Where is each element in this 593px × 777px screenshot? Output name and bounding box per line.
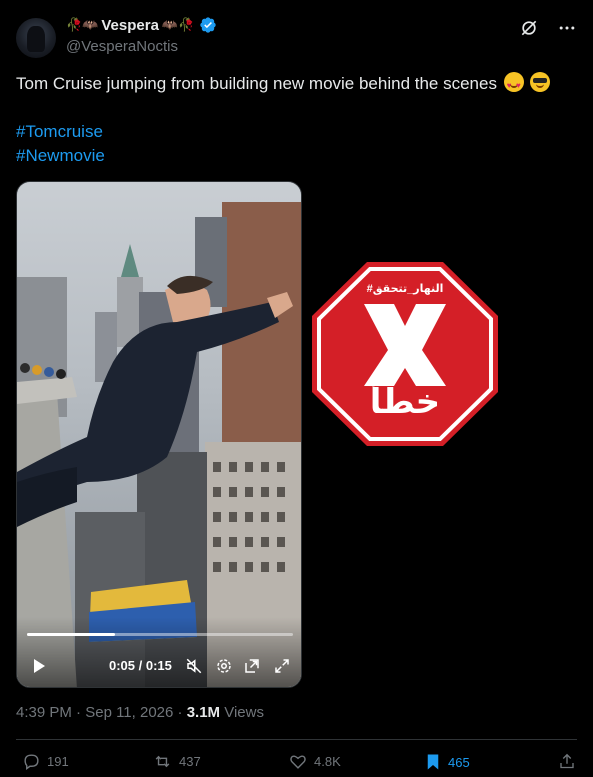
- tweet-header: 🥀🦇 Vespera 🦇🥀 @VesperaNoctis: [16, 14, 577, 60]
- verified-badge-icon: [200, 17, 216, 33]
- reply-count: 191: [47, 754, 69, 769]
- tweet-date[interactable]: Sep 11, 2026: [85, 704, 173, 721]
- fact-check-hashtag: #النهار_تتحقق: [366, 283, 444, 295]
- sunglasses-emoji-icon: [530, 72, 551, 92]
- video-player[interactable]: 0:05 / 0:15: [16, 181, 302, 688]
- hashtag-list: #Tomcruise #Newmovie: [16, 120, 105, 168]
- tweet-time[interactable]: 4:39 PM: [16, 704, 72, 721]
- name-decoration-left: 🥀🦇: [66, 17, 99, 32]
- author-display-name[interactable]: Vespera: [101, 17, 159, 34]
- avatar[interactable]: [16, 18, 56, 58]
- fact-check-false-badge: #النهار_تتحقق خطأ: [312, 262, 498, 446]
- share-button[interactable]: [558, 752, 576, 771]
- divider: [16, 739, 577, 740]
- tweet-meta: 4:39 PM · Sep 11, 2026 · 3.1M Views: [16, 704, 264, 721]
- video-controls: [17, 617, 301, 687]
- bookmark-count: 465: [448, 754, 470, 770]
- mute-icon[interactable]: [185, 657, 203, 675]
- video-progress-bar[interactable]: [27, 633, 293, 636]
- picture-in-picture-icon[interactable]: [243, 657, 261, 675]
- like-count: 4.8K: [314, 754, 341, 769]
- heart-eyes-emoji-icon: [503, 72, 524, 98]
- like-button[interactable]: 4.8K: [288, 752, 341, 771]
- repost-count: 437: [179, 754, 201, 769]
- meta-separator: ·: [76, 704, 82, 721]
- video-progress-fill: [27, 633, 115, 636]
- tweet-actions-bar: 191 437 4.8K 465: [22, 752, 577, 776]
- hashtag-link[interactable]: #Newmovie: [16, 144, 105, 168]
- heart-icon: [290, 755, 306, 769]
- meta-separator: ·: [177, 704, 183, 721]
- play-icon[interactable]: [31, 658, 47, 674]
- reply-icon: [24, 754, 39, 771]
- tweet-body: Tom Cruise jumping from building new mov…: [16, 74, 497, 93]
- reply-button[interactable]: 191: [22, 752, 69, 771]
- video-time: 0:05 / 0:15: [109, 658, 172, 673]
- author-handle[interactable]: @VesperaNoctis: [66, 38, 178, 55]
- false-verdict-label: خطأ: [369, 383, 441, 421]
- name-decoration-right: 🦇🥀: [161, 17, 195, 32]
- hashtag-link[interactable]: #Tomcruise: [16, 120, 105, 144]
- video-scene: [17, 202, 301, 687]
- tweet-text: Tom Cruise jumping from building new mov…: [16, 72, 577, 98]
- author-name-row: 🥀🦇 Vespera 🦇🥀: [66, 16, 217, 34]
- views-label: Views: [224, 704, 264, 721]
- fullscreen-icon[interactable]: [273, 657, 291, 675]
- bookmark-icon: [427, 754, 439, 770]
- share-icon: [560, 753, 574, 769]
- bookmark-button[interactable]: 465: [424, 752, 470, 772]
- more-options-icon[interactable]: [557, 18, 577, 38]
- grok-icon[interactable]: [519, 18, 539, 38]
- settings-gear-icon[interactable]: [215, 657, 233, 675]
- repost-icon: [155, 755, 170, 768]
- repost-button[interactable]: 437: [152, 752, 201, 771]
- views-count: 3.1M: [186, 704, 221, 721]
